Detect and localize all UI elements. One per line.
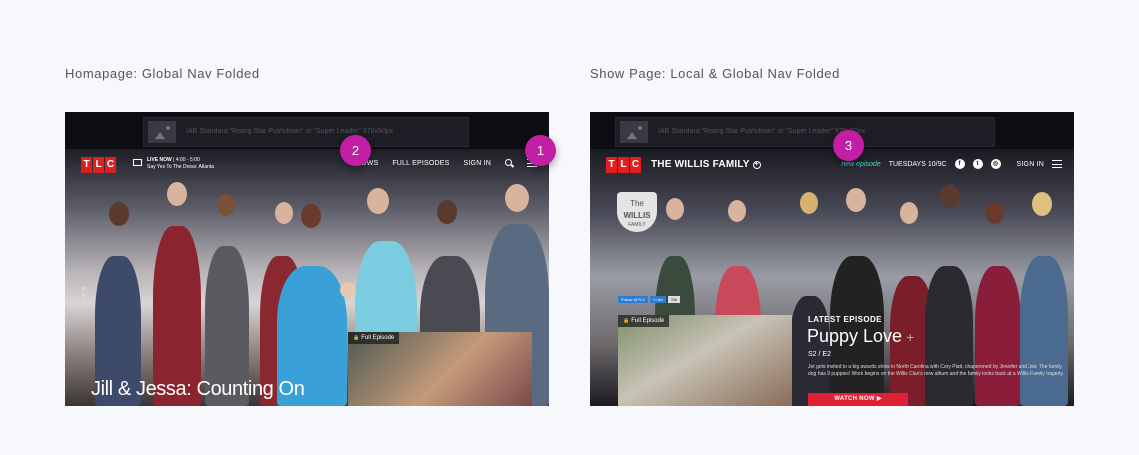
like-count: 19k: [667, 296, 681, 303]
facebook-like-button[interactable]: f Like: [650, 296, 666, 303]
ad-text: IAB Standard "Rising Star Pushdown" or "…: [658, 128, 866, 135]
add-episode-icon[interactable]: +: [906, 329, 914, 345]
tv-icon: [133, 159, 142, 166]
homepage-mockup: IAB Standard "Rising Star Pushdown" or "…: [65, 112, 549, 406]
live-now-indicator[interactable]: LIVE NOW | 4:00 - 5:00 Say Yes To The Dr…: [147, 157, 214, 171]
latest-episode-label: LATEST EPISODE: [808, 315, 882, 324]
caption-homepage: Homapage: Global Nav Folded: [65, 66, 260, 81]
annotation-marker-3: 3: [833, 130, 864, 161]
latest-episode-panel: LATEST EPISODE Puppy Love + S2 / E2 Jet g…: [800, 312, 1074, 406]
full-episode-badge: Full Episode: [348, 332, 400, 344]
nav-sign-in[interactable]: SIGN IN: [464, 160, 491, 167]
willis-family-logo: The WILLIS FAMILY: [617, 192, 657, 232]
full-episode-card[interactable]: Full Episode: [348, 332, 532, 406]
instagram-icon[interactable]: ◎: [990, 159, 1001, 169]
ad-placeholder: IAB Standard "Rising Star Pushdown" or "…: [615, 117, 995, 147]
global-nav: T L C LIVE NOW | 4:00 - 5:00 Say Yes To …: [65, 149, 549, 179]
ad-placeholder: IAB Standard "Rising Star Pushdown" or "…: [143, 117, 469, 147]
airtime-label: TUESDAYS 10/9C: [888, 160, 947, 168]
full-episode-card[interactable]: Full Episode: [618, 315, 792, 406]
image-icon: [620, 121, 648, 143]
show-page-mockup: IAB Standard "Rising Star Pushdown" or "…: [590, 112, 1074, 406]
show-title[interactable]: Jill & Jessa: Counting On: [91, 378, 305, 401]
show-name-local-nav[interactable]: THE WILLIS FAMILY +: [651, 159, 761, 170]
facebook-icon[interactable]: f: [954, 159, 965, 169]
tlc-logo[interactable]: T L C: [81, 157, 116, 173]
annotation-marker-2: 2: [340, 135, 371, 166]
new-episode-label: new episode: [841, 160, 881, 168]
search-icon[interactable]: [505, 159, 513, 167]
add-show-icon[interactable]: +: [752, 161, 761, 169]
season-episode: S2 / E2: [808, 351, 831, 358]
hamburger-menu-icon[interactable]: [1052, 160, 1062, 168]
nav-sign-in[interactable]: SIGN IN: [1017, 161, 1044, 168]
ad-bar: IAB Standard "Rising Star Pushdown" or "…: [65, 112, 549, 149]
ad-text: IAB Standard "Rising Star Pushdown" or "…: [186, 128, 394, 135]
social-share-row: Follow @TLC f Like 19k: [618, 296, 681, 303]
twitter-follow-button[interactable]: Follow @TLC: [618, 296, 649, 303]
watch-now-button[interactable]: WATCH NOW ▶: [808, 393, 908, 406]
annotation-marker-1: 1: [525, 135, 556, 166]
caption-show-page: Show Page: Local & Global Nav Folded: [590, 66, 840, 81]
twitter-icon[interactable]: t: [972, 159, 983, 169]
nav-full-episodes[interactable]: FULL EPISODES: [392, 160, 449, 167]
latest-episode-title[interactable]: Puppy Love +: [807, 326, 914, 347]
tlc-logo[interactable]: T L C: [606, 157, 641, 173]
full-episode-badge: Full Episode: [618, 315, 670, 327]
episode-description: Jet gets invited to a big awards show in…: [808, 364, 1064, 377]
carousel-dots[interactable]: [82, 287, 85, 308]
ad-bar: IAB Standard "Rising Star Pushdown" or "…: [590, 112, 1074, 149]
image-icon: [148, 121, 176, 143]
